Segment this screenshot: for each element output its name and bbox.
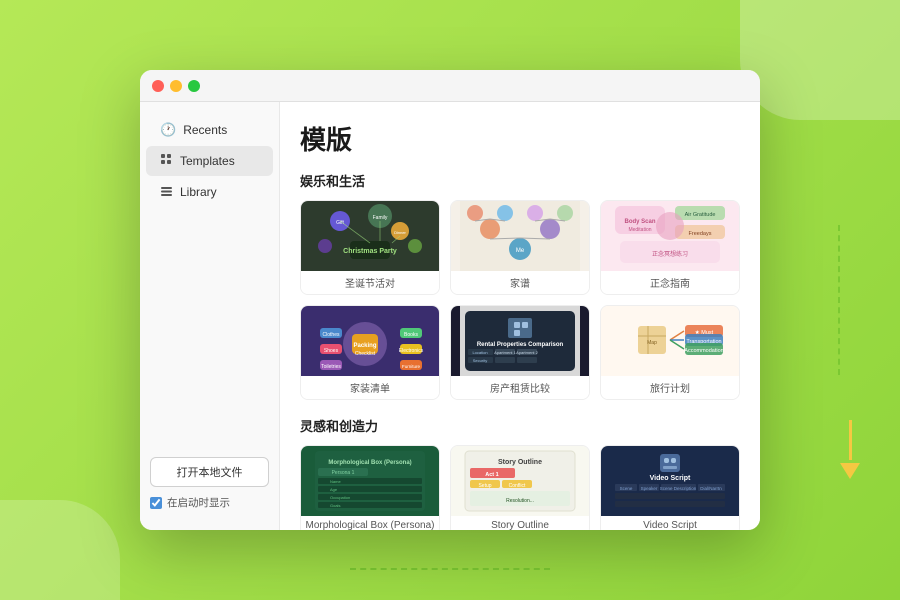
morpho-label: Morphological Box (Persona) xyxy=(301,516,439,530)
bg-decoration-bottom-left xyxy=(0,500,120,600)
template-card-travel[interactable]: Map ★ Must Transportation Accommodatio xyxy=(600,305,740,400)
svg-text:Age: Age xyxy=(330,487,338,492)
startup-checkbox-container: 在启动时显示 xyxy=(150,495,269,510)
svg-text:Christmas Party: Christmas Party xyxy=(343,248,397,255)
svg-text:Map: Map xyxy=(647,340,657,346)
template-card-mindfulness[interactable]: Body Scan Meditation Air Gratitude Freed… xyxy=(600,200,740,295)
svg-text:Meditation: Meditation xyxy=(628,227,651,233)
template-card-genealogy[interactable]: Me xyxy=(450,200,590,295)
svg-text:正念冥想练习: 正念冥想练习 xyxy=(652,250,688,258)
sidebar-item-recents[interactable]: 🕐 Recents xyxy=(146,115,273,145)
video-label: Video Script xyxy=(601,516,739,530)
sidebar: 🕐 Recents Templates xyxy=(140,102,280,530)
section-title-entertainment: 娱乐和生活 xyxy=(300,171,740,190)
svg-text:Video Script: Video Script xyxy=(650,475,691,482)
svg-text:Scene: Scene xyxy=(620,486,633,491)
svg-text:Occupation: Occupation xyxy=(330,495,350,500)
svg-text:Resolution...: Resolution... xyxy=(506,498,534,504)
svg-text:Me: Me xyxy=(516,248,525,254)
packing-label: 家装清单 xyxy=(301,376,439,399)
svg-text:Apartment 1: Apartment 1 xyxy=(494,350,517,355)
svg-text:Setup: Setup xyxy=(478,483,491,489)
svg-text:Body Scan: Body Scan xyxy=(624,219,655,225)
app-body: 🕐 Recents Templates xyxy=(140,102,760,530)
template-grid-creativity: Morphological Box (Persona) Persona 1 Na… xyxy=(300,445,740,530)
svg-text:Apartment 2: Apartment 2 xyxy=(516,350,539,355)
template-card-morpho[interactable]: Morphological Box (Persona) Persona 1 Na… xyxy=(300,445,440,530)
startup-checkbox-input[interactable] xyxy=(150,497,162,509)
open-file-button[interactable]: 打开本地文件 xyxy=(150,457,269,487)
library-icon xyxy=(160,184,173,200)
templates-icon xyxy=(160,153,173,169)
svg-text:Rental Properties Comparison: Rental Properties Comparison xyxy=(477,342,564,348)
svg-text:Name: Name xyxy=(330,479,341,484)
app-window: 🕐 Recents Templates xyxy=(140,70,760,530)
sidebar-bottom: 打开本地文件 在启动时显示 xyxy=(140,447,279,518)
svg-text:Conflict: Conflict xyxy=(509,483,526,489)
template-card-story[interactable]: Story Outline Act 1 Setup Conflict Resol… xyxy=(450,445,590,530)
svg-text:Air Gratitude: Air Gratitude xyxy=(685,212,716,218)
recents-icon: 🕐 xyxy=(160,122,176,138)
bg-decoration-top-right xyxy=(740,0,900,120)
template-card-packing[interactable]: Packing Checklist Clothes Shoes Books El… xyxy=(300,305,440,400)
svg-text:Accommodation: Accommodation xyxy=(684,348,723,354)
sidebar-library-label: Library xyxy=(180,185,217,199)
svg-text:Goals: Goals xyxy=(330,503,340,508)
svg-text:Story Outline: Story Outline xyxy=(498,459,542,466)
svg-text:Dinner: Dinner xyxy=(394,230,406,235)
svg-text:Shoes: Shoes xyxy=(324,348,339,354)
svg-text:Act 1: Act 1 xyxy=(485,472,498,478)
titlebar xyxy=(140,70,760,102)
svg-text:Family: Family xyxy=(373,215,388,221)
template-card-video[interactable]: Video Script Scene Speaker Scene Descrip… xyxy=(600,445,740,530)
story-label: Story Outline xyxy=(451,516,589,530)
sidebar-recents-label: Recents xyxy=(183,123,227,137)
travel-label: 旅行计划 xyxy=(601,376,739,399)
svg-text:Toiletries: Toiletries xyxy=(321,364,341,370)
svg-text:Electronics: Electronics xyxy=(399,348,424,354)
svg-text:Clothes: Clothes xyxy=(323,332,340,338)
maximize-button[interactable] xyxy=(188,80,200,92)
svg-text:Books: Books xyxy=(404,332,418,338)
template-card-christmas[interactable]: Gift Family Dinner Christmas Party xyxy=(300,200,440,295)
svg-text:Location: Location xyxy=(472,350,487,355)
template-grid-entertainment: Gift Family Dinner Christmas Party xyxy=(300,200,740,400)
bg-arrow-decoration xyxy=(830,420,870,480)
template-card-rental[interactable]: Rental Properties Comparison Location Ap… xyxy=(450,305,590,400)
minimize-button[interactable] xyxy=(170,80,182,92)
svg-text:Packing: Packing xyxy=(353,343,376,349)
main-content: 模版 娱乐和生活 Gift Family xyxy=(280,102,760,530)
svg-text:Morphological Box (Persona): Morphological Box (Persona) xyxy=(328,460,411,466)
svg-text:Scene Description: Scene Description xyxy=(660,486,697,491)
sidebar-templates-label: Templates xyxy=(180,154,235,168)
svg-text:Speaker: Speaker xyxy=(641,486,658,491)
christmas-label: 圣诞节活对 xyxy=(301,271,439,294)
svg-text:Persona 1: Persona 1 xyxy=(332,470,355,476)
svg-text:Checklist: Checklist xyxy=(355,351,376,357)
rental-label: 房产租赁比较 xyxy=(451,376,589,399)
sidebar-nav: 🕐 Recents Templates xyxy=(140,114,279,447)
mindfulness-label: 正念指南 xyxy=(601,271,739,294)
svg-text:Furniture: Furniture xyxy=(402,364,421,369)
sidebar-item-templates[interactable]: Templates xyxy=(146,146,273,176)
sidebar-item-library[interactable]: Library xyxy=(146,177,273,207)
section-title-creativity: 灵感和创造力 xyxy=(300,416,740,435)
svg-text:Dial/Narrtn: Dial/Narrtn xyxy=(700,486,722,491)
svg-text:Security: Security xyxy=(473,358,487,363)
page-title: 模版 xyxy=(300,120,740,157)
startup-checkbox-label: 在启动时显示 xyxy=(167,495,230,510)
bg-dashed-line-bottom xyxy=(350,568,550,570)
genealogy-label: 家谱 xyxy=(451,271,589,294)
close-button[interactable] xyxy=(152,80,164,92)
bg-dashed-line-right xyxy=(838,225,840,375)
svg-text:Freedays: Freedays xyxy=(689,231,712,237)
